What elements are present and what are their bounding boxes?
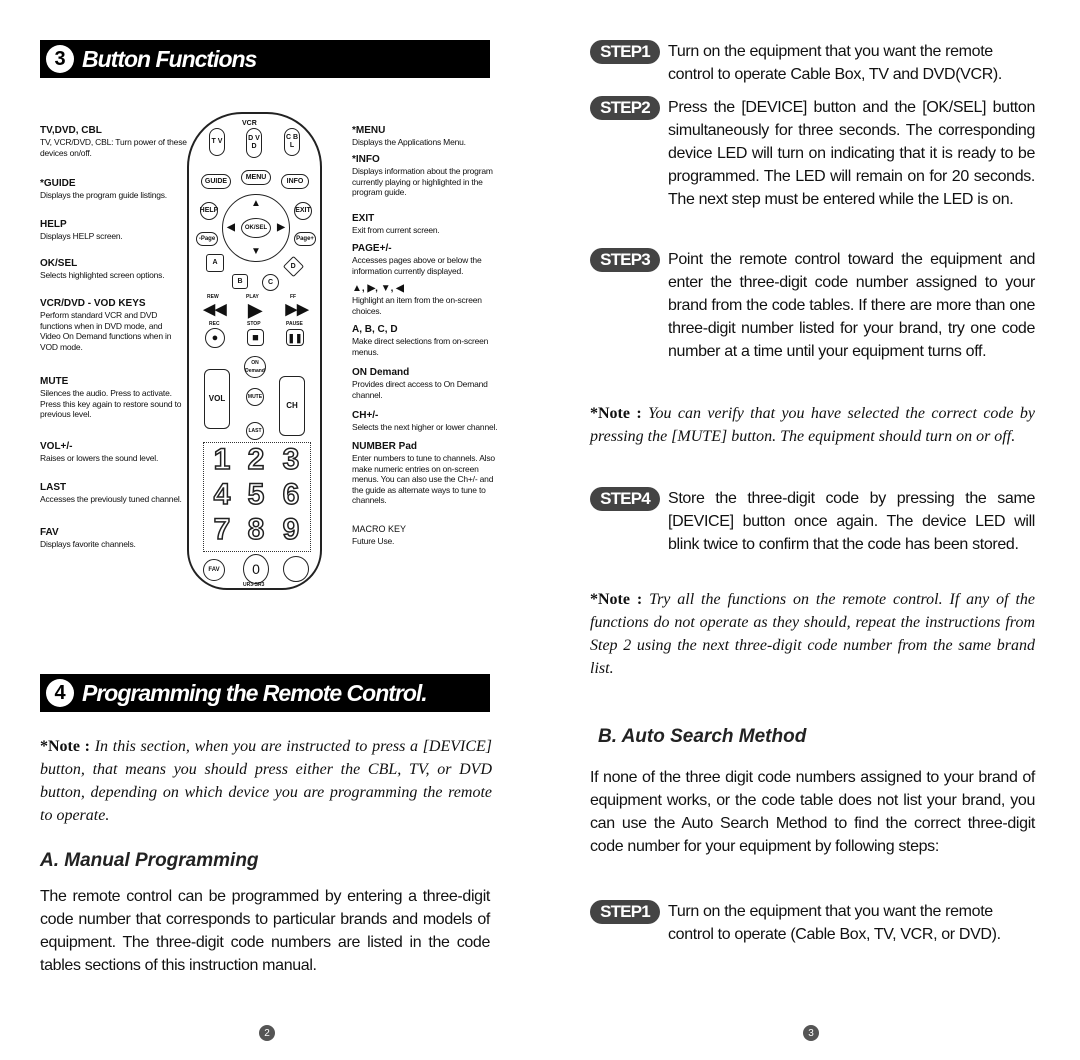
d-label: D — [290, 262, 297, 270]
label-help: HELP Displays HELP screen. — [40, 219, 123, 241]
step-4: STEP4 Store the three-digit code by press… — [590, 487, 1035, 556]
digit-4-button[interactable]: 4 — [207, 479, 237, 511]
dvd-button[interactable]: D V D — [246, 128, 262, 158]
section-number: 4 — [46, 679, 74, 707]
play-icon[interactable]: ▶ — [241, 300, 269, 320]
label-info: *INFO Displays information about the prog… — [352, 154, 493, 197]
exit-button[interactable]: EXIT — [294, 202, 312, 220]
label-last: LAST Accesses the previously tuned channe… — [40, 482, 182, 504]
label-vod-keys: VCR/DVD - VOD KEYS Perform standard VCR a… — [40, 298, 172, 352]
digit-9-button[interactable]: 9 — [276, 514, 306, 546]
down-arrow-icon[interactable]: ▼ — [244, 244, 268, 260]
digit-5-button[interactable]: 5 — [241, 479, 271, 511]
page-plus-button[interactable]: Page+ — [294, 232, 316, 246]
last-button[interactable]: LAST — [246, 422, 264, 440]
digit-0-button[interactable]: 0 — [243, 554, 269, 584]
d-button[interactable]: D — [282, 255, 305, 278]
info-button[interactable]: INFO — [281, 174, 309, 189]
fav-button[interactable]: FAV — [203, 559, 225, 581]
digit-3-button[interactable]: 3 — [276, 444, 306, 476]
left-arrow-icon[interactable]: ◀ — [224, 220, 238, 236]
digit-8-button[interactable]: 8 — [241, 514, 271, 546]
page-minus-button[interactable]: -Page — [196, 232, 218, 246]
tv-button[interactable]: T V — [209, 128, 225, 156]
cbl-button[interactable]: C B L — [284, 128, 300, 156]
rew-label: REW — [207, 294, 219, 300]
section-header-programming: 4 Programming the Remote Control. — [40, 674, 490, 712]
vol-rocker[interactable]: VOL — [204, 369, 230, 429]
digit-2-button[interactable]: 2 — [241, 444, 271, 476]
record-icon[interactable]: ● — [205, 328, 225, 348]
label-on-demand: ON Demand Provides direct access to On De… — [352, 367, 488, 400]
auto-step-1: STEP1 Turn on the equipment that you want… — [590, 900, 1035, 946]
rec-label: REC — [209, 321, 220, 327]
vcr-label: VCR — [242, 120, 257, 127]
rewind-icon[interactable]: ◀◀ — [203, 301, 227, 319]
help-button[interactable]: HELP — [200, 202, 218, 220]
label-macro: MACRO KEY Future Use. — [352, 524, 407, 546]
ok-sel-button[interactable]: OK/SEL — [241, 218, 271, 238]
guide-button[interactable]: GUIDE — [201, 174, 231, 189]
label-abcd: A, B, C, D Make direct selections from on… — [352, 324, 489, 357]
page-number-left: 2 — [259, 1025, 275, 1041]
manual-programming-heading: A. Manual Programming — [40, 850, 259, 871]
label-exit: EXIT Exit from current screen. — [352, 213, 440, 235]
on-demand-button[interactable]: ON Demand — [244, 356, 266, 378]
stop-icon[interactable]: ■ — [247, 329, 264, 346]
digit-6-button[interactable]: 6 — [276, 479, 306, 511]
label-guide: *GUIDE Displays the program guide listing… — [40, 178, 167, 200]
label-menu: *MENU Displays the Applications Menu. — [352, 125, 466, 147]
label-page: PAGE+/- Accesses pages above or below the… — [352, 243, 482, 276]
ch-label: CH — [286, 401, 298, 410]
note-mute: *Note : You can verify that you have sel… — [590, 405, 1036, 445]
model-number: UR3-SR3 — [243, 582, 265, 588]
note-try: *Note : Try all the functions on the rem… — [590, 591, 1035, 677]
mute-button[interactable]: MUTE — [246, 388, 264, 406]
label-power: TV,DVD, CBL TV, VCR/DVD, CBL: Turn power … — [40, 125, 187, 158]
ff-label: FF — [290, 294, 297, 300]
digit-7-button[interactable]: 7 — [207, 514, 237, 546]
auto-search-text: If none of the three digit code numbers … — [590, 769, 1035, 855]
b-button[interactable]: B — [232, 274, 248, 289]
ch-rocker[interactable]: CH — [279, 376, 305, 436]
c-button[interactable]: C — [262, 274, 279, 291]
vol-label: VOL — [208, 394, 226, 403]
right-arrow-icon[interactable]: ▶ — [274, 220, 288, 236]
step-1: STEP1 Turn on the equipment that you want… — [590, 40, 1035, 86]
stop-label: STOP — [247, 321, 261, 327]
section-header-button-functions: 3 Button Functions — [40, 40, 490, 78]
step-2: STEP2 Press the [DEVICE] button and the [… — [590, 96, 1035, 211]
label-oksel: OK/SEL Selects highlighted screen options… — [40, 258, 165, 280]
auto-search-heading: B. Auto Search Method — [598, 726, 807, 747]
section-title: Programming the Remote Control. — [82, 679, 428, 706]
remote-illustration: VCR T V D V D C B L GUIDE MENU INFO HELP… — [187, 112, 322, 590]
macro-key-button[interactable] — [283, 556, 309, 582]
label-mute: MUTE Silences the audio. Press to activat… — [40, 376, 182, 419]
label-ch: CH+/- Selects the next higher or lower ch… — [352, 410, 498, 432]
up-arrow-icon[interactable]: ▲ — [244, 196, 268, 212]
a-button[interactable]: A — [206, 254, 224, 272]
label-number-pad: NUMBER Pad Enter numbers to tune to chann… — [352, 441, 495, 505]
pause-icon[interactable]: ❚❚ — [286, 329, 304, 346]
label-arrows: ▲, ▶, ▼, ◀ Highlight an item from the on-… — [352, 283, 482, 316]
section-number: 3 — [46, 45, 74, 73]
fast-forward-icon[interactable]: ▶▶ — [285, 301, 309, 319]
page-number-right: 3 — [803, 1025, 819, 1041]
label-fav: FAV Displays favorite channels. — [40, 527, 136, 549]
step-3: STEP3 Point the remote control toward the… — [590, 248, 1035, 363]
note-device: *Note : In this section, when you are in… — [40, 738, 493, 824]
manual-programming-text: The remote control can be programmed by … — [40, 888, 490, 974]
menu-button[interactable]: MENU — [241, 170, 271, 185]
digit-1-button[interactable]: 1 — [207, 444, 237, 476]
label-vol: VOL+/- Raises or lowers the sound level. — [40, 441, 159, 463]
pause-label: PAUSE — [286, 321, 303, 327]
section-title: Button Functions — [82, 45, 257, 72]
